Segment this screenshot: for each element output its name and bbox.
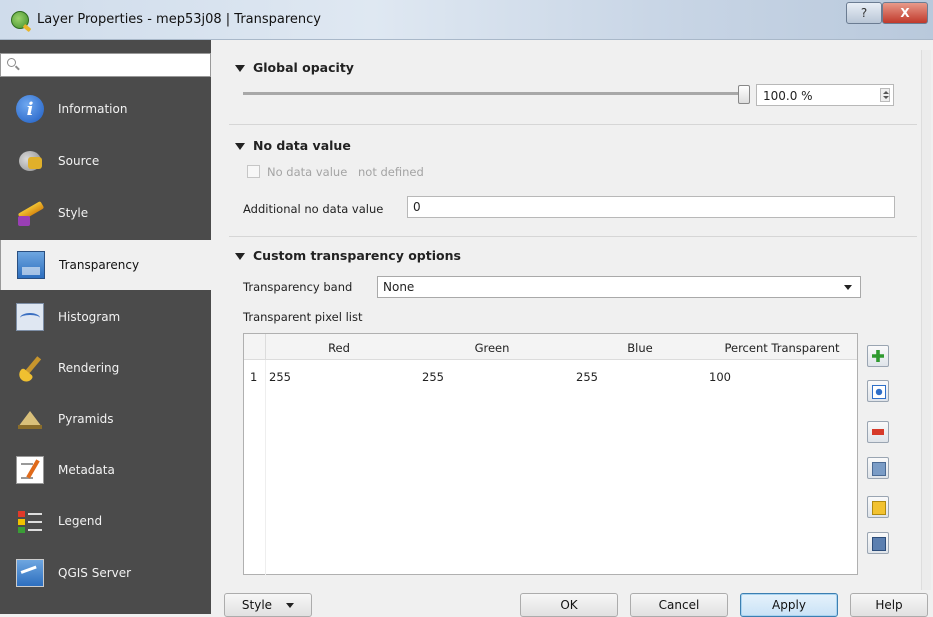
cell-red[interactable]: 255 (269, 370, 291, 384)
title-help-button[interactable]: ? (846, 2, 882, 24)
sidebar-item-label: QGIS Server (58, 566, 132, 580)
column-header-blue[interactable]: Blue (615, 341, 665, 355)
legend-icon (16, 507, 44, 535)
no-data-checkbox-label: No data value (267, 165, 348, 179)
add-value-manually-button[interactable] (867, 345, 889, 367)
sidebar-item-style[interactable]: Style (0, 188, 211, 238)
sidebar-item-label: Style (58, 206, 89, 220)
transparent-pixel-list-label: Transparent pixel list (243, 310, 363, 324)
sidebar-item-label: Transparency (59, 258, 140, 272)
pyramids-icon (16, 405, 44, 433)
collapse-triangle-icon (235, 65, 245, 72)
column-header-red[interactable]: Red (314, 341, 364, 355)
custom-transparency-heading: Custom transparency options (253, 248, 461, 263)
cell-percent[interactable]: 100 (709, 370, 731, 384)
sidebar-item-label: Information (58, 102, 128, 116)
global-opacity-header[interactable]: Global opacity (235, 60, 354, 75)
global-opacity-heading: Global opacity (253, 60, 354, 75)
row-number[interactable]: 1 (250, 370, 257, 384)
opacity-slider-track[interactable] (243, 92, 743, 95)
sidebar-item-label: Source (58, 154, 100, 168)
row-header-column (244, 360, 266, 575)
add-value-from-display-button[interactable] (867, 380, 889, 402)
opacity-slider-handle[interactable] (738, 85, 750, 104)
import-from-file-button[interactable] (867, 496, 889, 518)
sidebar-item-histogram[interactable]: Histogram (0, 292, 211, 342)
style-button-label: Style (241, 598, 273, 612)
additional-no-data-input[interactable]: 0 (407, 196, 895, 218)
custom-transparency-header[interactable]: Custom transparency options (235, 248, 461, 263)
style-icon (16, 199, 44, 227)
opacity-spinbox[interactable]: 100.0 % (756, 84, 894, 106)
transparent-pixel-table[interactable]: Red Green Blue Percent Transparent 1 255… (243, 333, 858, 575)
table-header: Red Green Blue Percent Transparent (244, 334, 857, 360)
sidebar-item-label: Pyramids (58, 412, 114, 426)
sidebar-item-label: Histogram (58, 310, 121, 324)
source-icon (16, 147, 44, 175)
no-data-header[interactable]: No data value (235, 138, 351, 153)
sidebar-item-source[interactable]: Source (0, 136, 211, 186)
ok-button[interactable]: OK (520, 593, 618, 617)
export-to-file-button[interactable] (867, 532, 889, 554)
no-data-value-text: not defined (358, 165, 424, 179)
sidebar-search-input[interactable] (0, 53, 211, 77)
custom-group-divider (229, 236, 917, 237)
collapse-triangle-icon (235, 143, 245, 150)
window-title: Layer Properties - mep53j08 | Transparen… (37, 12, 321, 27)
histogram-icon (16, 303, 44, 331)
qgis-app-icon (11, 11, 29, 29)
help-button[interactable]: Help (850, 593, 928, 617)
cancel-button[interactable]: Cancel (630, 593, 728, 617)
vertical-scrollbar[interactable] (921, 50, 931, 590)
collapse-triangle-icon (235, 253, 245, 260)
sidebar-item-label: Rendering (58, 361, 120, 375)
chevron-down-icon (286, 602, 295, 608)
sidebar-item-legend[interactable]: Legend (0, 496, 211, 546)
no-data-checkbox[interactable] (247, 165, 260, 178)
sidebar-item-qgis-server[interactable]: QGIS Server (0, 548, 211, 598)
qgis-server-icon (16, 559, 44, 587)
sidebar-item-label: Legend (58, 514, 103, 528)
sidebar-item-rendering[interactable]: Rendering (0, 343, 211, 393)
style-dropdown-button[interactable]: Style (224, 593, 312, 617)
info-icon: i (16, 95, 44, 123)
sidebar-item-pyramids[interactable]: Pyramids (0, 394, 211, 444)
cell-blue[interactable]: 255 (576, 370, 598, 384)
transparency-band-label: Transparency band (243, 280, 353, 294)
transparency-panel: Global opacity 100.0 % No data value No … (211, 40, 933, 614)
apply-button[interactable]: Apply (740, 593, 838, 617)
transparency-icon (17, 251, 45, 279)
transparency-band-value: None (383, 280, 415, 294)
chevron-down-icon (844, 285, 852, 290)
column-header-percent[interactable]: Percent Transparent (711, 341, 853, 355)
sidebar-item-transparency[interactable]: Transparency (0, 240, 211, 290)
no-data-group-divider (229, 124, 917, 125)
sidebar-item-information[interactable]: i Information (0, 84, 211, 134)
transparency-band-select[interactable]: None (377, 276, 861, 298)
rendering-icon (16, 354, 44, 382)
metadata-icon (16, 456, 44, 484)
opacity-value: 100.0 % (763, 89, 813, 103)
table-corner (244, 334, 266, 360)
cell-green[interactable]: 255 (422, 370, 444, 384)
title-bar: Layer Properties - mep53j08 | Transparen… (0, 0, 933, 40)
remove-value-button[interactable] (867, 421, 889, 443)
no-data-heading: No data value (253, 138, 351, 153)
close-button[interactable]: X (882, 2, 928, 24)
sidebar-item-metadata[interactable]: Metadata (0, 445, 211, 495)
spin-arrows-icon[interactable] (880, 88, 890, 102)
search-icon (7, 58, 16, 67)
additional-no-data-label: Additional no data value (243, 202, 384, 216)
column-header-green[interactable]: Green (462, 341, 522, 355)
sidebar-item-label: Metadata (58, 463, 115, 477)
default-values-button[interactable] (867, 457, 889, 479)
